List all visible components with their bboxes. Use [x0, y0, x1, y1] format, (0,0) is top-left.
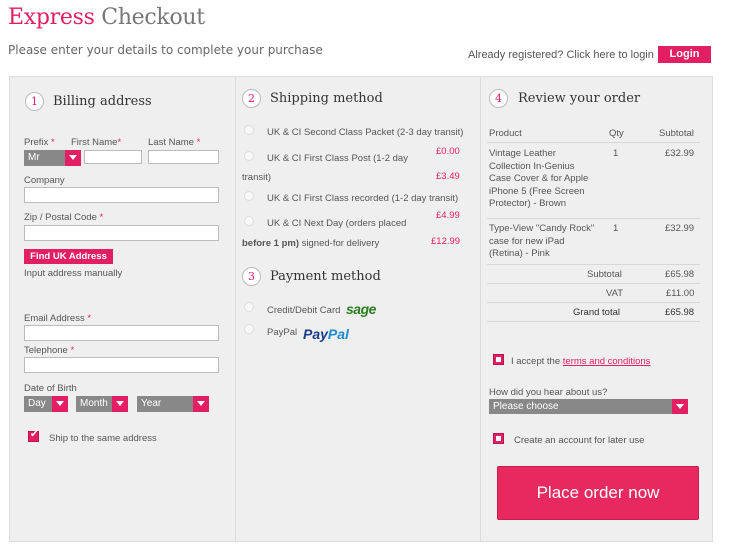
shipping-radio-first-recorded[interactable]: [244, 191, 254, 201]
shipping-radio-next-day[interactable]: [244, 216, 254, 226]
page-title: Express Checkout: [8, 5, 205, 30]
step-number-4: 4: [489, 89, 508, 108]
shipping-option-label-cont: before 1 pm) signed-for delivery: [242, 238, 380, 249]
terms-link[interactable]: terms and conditions: [563, 356, 651, 367]
divider: [487, 142, 700, 143]
shipping-radio-first-class[interactable]: [244, 151, 254, 161]
billing-heading: Billing address: [53, 94, 152, 109]
order-item-name: Vintage Leather Collection In-Genius Cas…: [489, 148, 589, 209]
shipping-price: £3.49: [436, 171, 460, 182]
column-header-qty: Qty: [609, 128, 624, 139]
telephone-label: Telephone *: [24, 345, 75, 356]
chevron-down-icon: [112, 396, 128, 412]
hear-about-label: How did you hear about us?: [489, 387, 608, 398]
first-name-label: First Name*: [71, 137, 122, 148]
vat-label: VAT: [606, 288, 624, 299]
title-checkout: Checkout: [101, 5, 205, 30]
create-account-label: Create an account for later use: [514, 435, 645, 446]
column-header-product: Product: [489, 128, 522, 139]
step-number-1: 1: [25, 92, 44, 111]
chevron-down-icon: [65, 150, 81, 166]
first-name-input[interactable]: [84, 150, 142, 164]
payment-radio-card[interactable]: [244, 302, 254, 312]
shipping-price: £0.00: [436, 146, 460, 157]
grand-total-value: £65.98: [665, 307, 695, 318]
column-divider: [235, 77, 236, 542]
email-input[interactable]: [24, 325, 219, 341]
hear-about-select[interactable]: Please choose: [489, 399, 688, 414]
shipping-option-label: UK & CI First Class Post (1-2 day: [267, 153, 408, 164]
chevron-down-icon: [193, 396, 209, 412]
step-number-2: 2: [242, 89, 261, 108]
company-input[interactable]: [24, 187, 219, 203]
vat-value: £11.00: [666, 288, 695, 299]
column-divider: [480, 77, 481, 542]
accept-terms-label: I accept the terms and conditions: [511, 356, 651, 367]
dob-year-select[interactable]: Year: [137, 396, 209, 412]
dob-day-select[interactable]: Day: [24, 396, 68, 412]
subtotal-label: Subtotal: [587, 269, 622, 280]
review-heading: Review your order: [518, 91, 641, 106]
payment-radio-paypal[interactable]: [244, 324, 254, 334]
email-label: Email Address *: [24, 313, 92, 324]
input-address-manually-link[interactable]: Input address manually: [24, 268, 122, 279]
login-button[interactable]: Login: [658, 46, 711, 63]
login-prompt-link[interactable]: Already registered? Click here to login: [468, 49, 654, 61]
find-uk-address-button[interactable]: Find UK Address: [24, 249, 113, 264]
chevron-down-icon: [672, 399, 688, 414]
order-item-qty: 1: [613, 148, 619, 159]
company-label: Company: [24, 175, 65, 186]
order-item-qty: 1: [613, 223, 619, 234]
ship-same-address-label: Ship to the same address: [49, 433, 157, 444]
prefix-label: Prefix *: [24, 137, 55, 148]
dob-month-select[interactable]: Month: [76, 396, 128, 412]
page-subtitle: Please enter your details to complete yo…: [8, 43, 323, 57]
zip-label: Zip / Postal Code *: [24, 212, 104, 223]
step-number-3: 3: [242, 267, 261, 286]
grand-total-label: Grand total: [573, 307, 620, 318]
order-item-subtotal: £32.99: [665, 148, 695, 159]
ship-same-address-checkbox[interactable]: [28, 429, 39, 442]
last-name-input[interactable]: [148, 150, 219, 164]
divider: [487, 264, 700, 265]
order-item-subtotal: £32.99: [665, 223, 695, 234]
divider: [487, 321, 700, 322]
chevron-down-icon: [52, 396, 68, 412]
divider: [487, 218, 700, 219]
order-item-name: Type-View "Candy Rock" case for new iPad…: [489, 223, 595, 259]
zip-input[interactable]: [24, 225, 219, 241]
dob-label: Date of Birth: [24, 383, 77, 394]
accept-terms-checkbox[interactable]: [493, 354, 504, 365]
shipping-heading: Shipping method: [270, 91, 383, 106]
shipping-price: £12.99: [431, 236, 461, 247]
prefix-select[interactable]: Mr: [24, 150, 81, 166]
telephone-input[interactable]: [24, 357, 219, 373]
create-account-checkbox[interactable]: [493, 433, 504, 444]
divider: [487, 283, 700, 284]
divider: [487, 302, 700, 303]
shipping-option-label-cont: transit): [242, 172, 272, 183]
payment-heading: Payment method: [270, 269, 381, 284]
shipping-option-label: UK & CI Second Class Packet (2-3 day tra…: [267, 127, 464, 138]
column-header-subtotal: Subtotal: [659, 128, 694, 139]
paypal-logo: PayPal: [303, 326, 349, 342]
last-name-label: Last Name *: [148, 137, 201, 148]
sage-logo: sage: [346, 301, 376, 317]
subtotal-value: £65.98: [665, 269, 695, 280]
shipping-price: £4.99: [436, 210, 460, 221]
shipping-option-label: UK & CI First Class recorded (1-2 day tr…: [267, 193, 459, 204]
payment-option-label: PayPal: [267, 327, 298, 338]
shipping-option-label: UK & CI Next Day (orders placed: [267, 218, 407, 229]
payment-option-label: Credit/Debit Card: [267, 305, 341, 316]
title-express: Express: [8, 5, 95, 30]
place-order-button[interactable]: Place order now: [497, 466, 699, 520]
shipping-radio-second-class[interactable]: [244, 125, 254, 135]
